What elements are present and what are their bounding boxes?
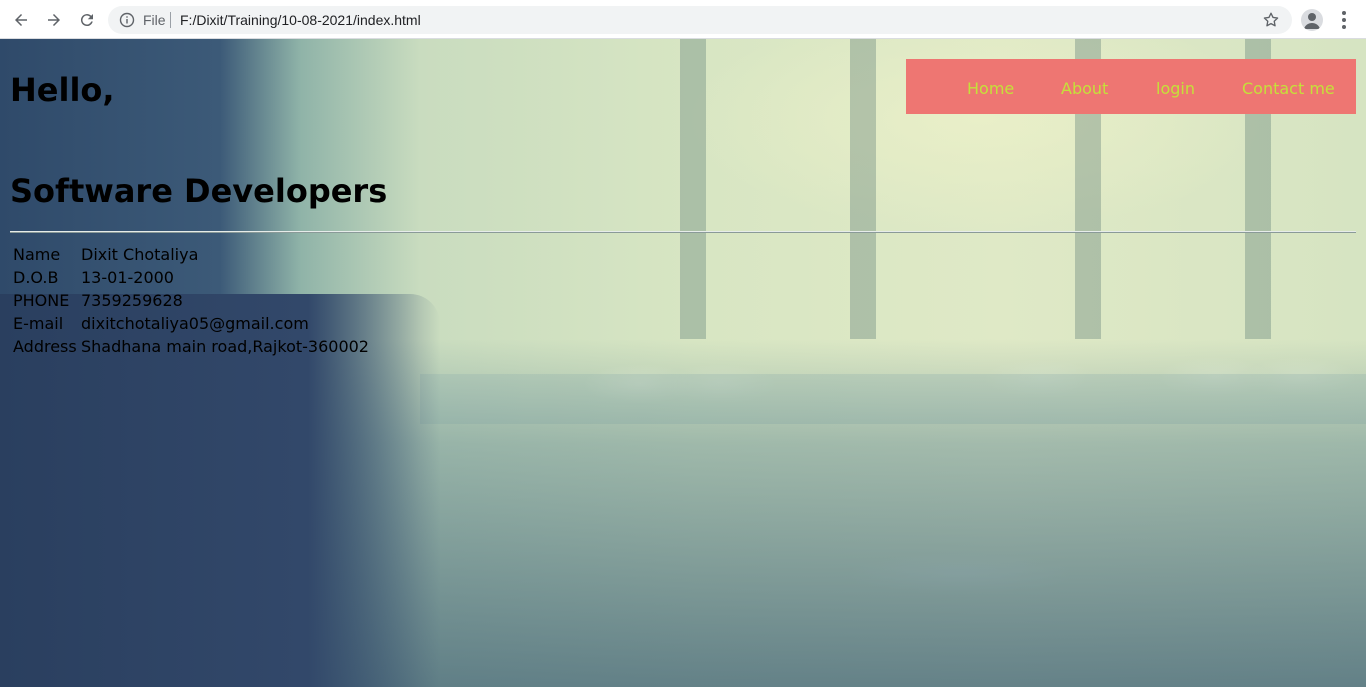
address-bar[interactable]: File F:/Dixit/Training/10-08-2021/index.… bbox=[108, 6, 1292, 34]
row-value: Shadhana main road,Rajkot-360002 bbox=[81, 337, 369, 356]
more-vertical-icon[interactable] bbox=[1336, 9, 1352, 31]
greeting-heading: Hello, bbox=[10, 71, 115, 109]
background-decor bbox=[680, 39, 706, 339]
url-text[interactable]: F:/Dixit/Training/10-08-2021/index.html bbox=[180, 12, 421, 28]
row-value: dixitchotaliya05@gmail.com bbox=[81, 314, 309, 333]
row-label: E-mail bbox=[13, 314, 64, 333]
file-scheme-label: File bbox=[143, 12, 166, 28]
nav-about-link[interactable]: About bbox=[1061, 79, 1108, 98]
nav-home-link[interactable]: Home bbox=[967, 79, 1014, 98]
role-heading: Software Developers bbox=[10, 172, 388, 210]
omnibox-separator bbox=[170, 12, 171, 28]
person-icon bbox=[1304, 13, 1320, 29]
reload-icon bbox=[80, 14, 93, 27]
nav-login-link[interactable]: login bbox=[1156, 79, 1195, 98]
reload-button[interactable] bbox=[75, 8, 99, 32]
profile-avatar-button[interactable] bbox=[1301, 9, 1323, 31]
row-label: Address bbox=[13, 337, 77, 356]
forward-button[interactable] bbox=[42, 8, 66, 32]
row-value: Dixit Chotaliya bbox=[81, 245, 199, 264]
row-label: D.O.B bbox=[13, 268, 59, 287]
bookmark-star-icon[interactable] bbox=[1262, 11, 1280, 29]
arrow-right-icon bbox=[48, 14, 60, 26]
divider bbox=[10, 231, 1356, 233]
back-button[interactable] bbox=[9, 8, 33, 32]
row-label: PHONE bbox=[13, 291, 70, 310]
page-body: Hello, Software Developers Home About lo… bbox=[0, 39, 1366, 687]
info-icon[interactable] bbox=[119, 12, 135, 28]
nav-menu: Home About login Contact me bbox=[906, 59, 1356, 114]
row-value: 13-01-2000 bbox=[81, 268, 174, 287]
row-value: 7359259628 bbox=[81, 291, 183, 310]
arrow-left-icon bbox=[15, 14, 27, 26]
row-label: Name bbox=[13, 245, 61, 264]
nav-contact-link[interactable]: Contact me bbox=[1242, 79, 1335, 98]
background-decor bbox=[850, 39, 876, 339]
browser-toolbar: File F:/Dixit/Training/10-08-2021/index.… bbox=[0, 0, 1366, 39]
